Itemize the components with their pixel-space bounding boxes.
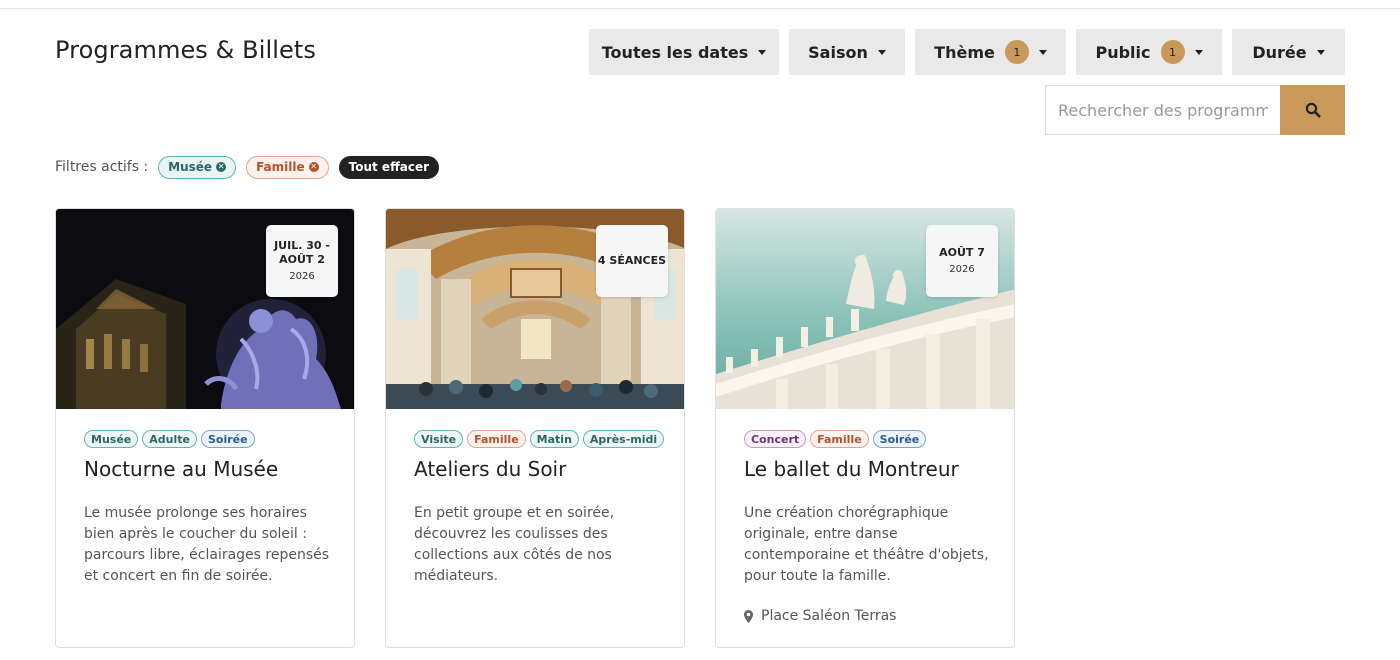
tag: Adulte [142,430,197,448]
card-location: Place Saléon Terras [744,608,896,624]
card-image-nocturne[interactable]: JUIL. 30 - AOÛT 2 2026 [56,209,354,409]
dates-filter-button[interactable]: Toutes les dates [589,29,779,75]
program-card[interactable]: JUIL. 30 - AOÛT 2 2026 Musée Adulte Soir… [55,208,355,648]
caret-down-icon [758,49,767,55]
card-description: Une création chorégraphique originale, e… [744,505,989,584]
tag: Matin [529,430,579,448]
theme-filter-label: Thème [934,42,995,62]
tag: Soirée [872,430,927,448]
tag: Famille [467,430,526,448]
map-pin-icon [744,609,753,623]
chip-label: Musée [168,160,213,174]
date-badge: JUIL. 30 - AOÛT 2 2026 [266,225,338,297]
saison-filter-label: Saison [808,42,868,62]
tag: Soirée [200,430,255,448]
card-tags: Concert Famille Soirée [744,430,930,448]
active-filter-chip-musee[interactable]: Musée ✕ [158,155,237,179]
program-card[interactable]: 4 SÉANCES Visite Famille Matin Après-mid… [385,208,685,648]
card-image-ballet[interactable]: AOÛT 7 2026 [716,209,1014,409]
saison-filter-button[interactable]: Saison [789,29,905,75]
session-count: 4 SÉANCES [597,254,667,267]
tag: Famille [810,430,869,448]
theme-filter-count-badge: 1 [1004,40,1029,64]
search-button[interactable] [1280,85,1345,135]
date-range: JUIL. 30 - AOÛT 2 [274,238,330,266]
public-filter-button[interactable]: Public 1 [1076,29,1222,75]
search-bar [1045,85,1345,135]
card-tags: Musée Adulte Soirée [84,430,259,448]
theme-filter-button[interactable]: Thème 1 [915,29,1066,75]
card-title[interactable]: Nocturne au Musée [84,457,278,481]
duree-filter-label: Durée [1252,42,1307,62]
date-year: 2026 [949,263,975,275]
public-filter-count-badge: 1 [1160,40,1185,64]
page-title: Programmes & Billets [55,36,317,64]
dates-filter-label: Toutes les dates [601,42,749,62]
date-year: 2026 [289,270,315,282]
tag: Concert [744,430,807,448]
location-text: Place Saléon Terras [761,608,897,624]
caret-down-icon [877,49,886,55]
caret-down-icon [1194,49,1203,55]
date-badge: AOÛT 7 2026 [926,225,998,297]
caret-down-icon [1038,49,1047,55]
card-description: Le musée prolonge ses horaires bien aprè… [84,505,330,584]
date-badge: 4 SÉANCES [596,225,668,297]
card-tags: Visite Famille Matin Après-midi [414,430,668,448]
program-card[interactable]: AOÛT 7 2026 Concert Famille Soirée Le ba… [715,208,1015,648]
search-input[interactable] [1045,85,1280,135]
active-filter-chip-famille[interactable]: Famille ✕ [246,155,329,179]
date-day: AOÛT 7 [939,245,985,259]
close-circle-icon[interactable]: ✕ [216,162,227,172]
chip-label: Famille [256,160,305,174]
search-icon [1305,102,1320,118]
close-circle-icon[interactable]: ✕ [308,162,319,172]
active-filters-bar: Filtres actifs : Musée ✕ Famille ✕ Tout … [55,155,449,179]
clear-all-filters-button[interactable]: Tout effacer [338,155,440,179]
duree-filter-button[interactable]: Durée [1232,29,1345,75]
caret-down-icon [1316,49,1325,55]
tag: Musée [84,430,139,448]
card-title[interactable]: Le ballet du Montreur [744,457,959,481]
card-title[interactable]: Ateliers du Soir [414,457,566,481]
card-image-ateliers[interactable]: 4 SÉANCES [386,209,684,409]
top-border [0,0,1400,9]
tag: Après-midi [582,430,665,448]
public-filter-label: Public [1095,42,1151,62]
active-filters-label: Filtres actifs : [55,159,149,175]
card-description: En petit groupe et en soirée, découvrez … [414,505,615,584]
tag: Visite [414,430,464,448]
